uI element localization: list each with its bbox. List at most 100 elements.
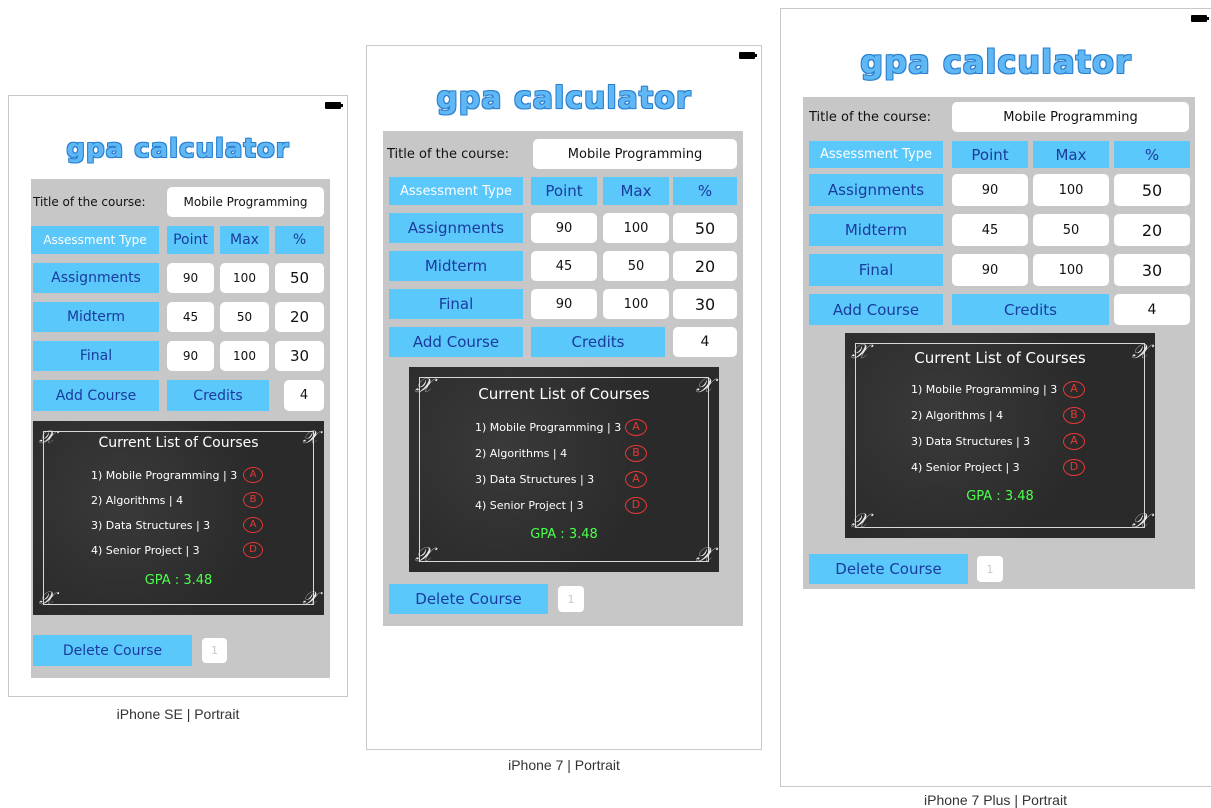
midterm-percent-input[interactable]: 20 xyxy=(275,302,324,332)
course-item: 2) Algorithms | 4 xyxy=(91,494,184,507)
header-max: Max xyxy=(220,226,269,254)
grade-badge: B xyxy=(1063,407,1085,424)
header-assessment-type: Assessment Type xyxy=(809,141,943,168)
course-title-input[interactable]: Mobile Programming xyxy=(952,102,1189,132)
flourish-bottom-right-icon: 𝒳 xyxy=(1131,508,1149,532)
midterm-max-input[interactable]: 50 xyxy=(220,302,269,332)
header-percent: % xyxy=(673,177,737,205)
grade-badge: B xyxy=(243,492,263,508)
course-item: 4) Senior Project | 3 xyxy=(91,544,200,557)
battery-icon xyxy=(739,52,757,59)
add-course-button[interactable]: Add Course xyxy=(809,294,943,325)
midterm-point-input[interactable]: 45 xyxy=(167,302,214,332)
course-item: 4) Senior Project | 3 xyxy=(911,461,1020,474)
board-title: Current List of Courses xyxy=(914,349,1086,367)
delete-index-input[interactable]: 1 xyxy=(202,638,227,663)
device-iphone-7-plus: gpa calculator Title of the course: Mobi… xyxy=(780,8,1211,787)
delete-course-button[interactable]: Delete Course xyxy=(389,584,548,614)
header-point: Point xyxy=(952,141,1028,168)
header-percent: % xyxy=(1114,141,1190,168)
delete-course-button[interactable]: Delete Course xyxy=(33,635,192,666)
final-percent-input[interactable]: 30 xyxy=(275,341,324,371)
course-item: 2) Algorithms | 4 xyxy=(475,447,568,460)
final-point-input[interactable]: 90 xyxy=(531,289,597,319)
course-item: 3) Data Structures | 3 xyxy=(475,473,595,486)
delete-index-input[interactable]: 1 xyxy=(558,586,584,612)
assignments-point-input[interactable]: 90 xyxy=(952,174,1028,206)
final-max-input[interactable]: 100 xyxy=(1033,254,1109,286)
final-point-input[interactable]: 90 xyxy=(167,341,214,371)
caption-iphone-se: iPhone SE | Portrait xyxy=(116,706,240,722)
course-item: 4) Senior Project | 3 xyxy=(475,499,584,512)
course-title-label: Title of the course: xyxy=(387,146,509,162)
gpa-value: GPA : 3.48 xyxy=(144,573,213,588)
flourish-bottom-left-icon: 𝒳 xyxy=(39,588,55,609)
final-max-input[interactable]: 100 xyxy=(220,341,269,371)
app-title: gpa calculator xyxy=(66,134,290,164)
grade-badge: D xyxy=(243,542,263,558)
app-title: gpa calculator xyxy=(860,43,1132,81)
flourish-bottom-right-icon: 𝒳 xyxy=(302,588,318,609)
midterm-max-input[interactable]: 50 xyxy=(1033,214,1109,246)
midterm-point-input[interactable]: 45 xyxy=(952,214,1028,246)
final-percent-input[interactable]: 30 xyxy=(1114,254,1190,286)
board-title: Current List of Courses xyxy=(98,435,259,451)
row-assignments-label: Assignments xyxy=(389,213,523,243)
delete-index-input[interactable]: 1 xyxy=(977,556,1003,582)
grade-badge: D xyxy=(625,497,647,514)
midterm-percent-input[interactable]: 20 xyxy=(1114,214,1190,246)
course-title-input[interactable]: Mobile Programming xyxy=(533,139,737,169)
midterm-max-input[interactable]: 50 xyxy=(603,251,669,281)
row-assignments-label: Assignments xyxy=(33,263,159,293)
assignments-max-input[interactable]: 100 xyxy=(603,213,669,243)
app-title: gpa calculator xyxy=(436,81,692,116)
board-title: Current List of Courses xyxy=(478,385,650,403)
course-list-board: 𝒳 𝒳 𝒳 𝒳 Current List of Courses 1) Mobil… xyxy=(845,333,1155,538)
assignments-point-input[interactable]: 90 xyxy=(167,263,214,293)
header-point: Point xyxy=(531,177,597,205)
row-assignments-label: Assignments xyxy=(809,174,943,206)
row-midterm-label: Midterm xyxy=(33,302,159,332)
header-max: Max xyxy=(603,177,669,205)
final-percent-input[interactable]: 30 xyxy=(673,289,737,319)
assignments-max-input[interactable]: 100 xyxy=(220,263,269,293)
assignments-point-input[interactable]: 90 xyxy=(531,213,597,243)
header-assessment-type: Assessment Type xyxy=(31,226,159,254)
midterm-percent-input[interactable]: 20 xyxy=(673,251,737,281)
credits-input[interactable]: 4 xyxy=(673,327,737,357)
grade-badge: A xyxy=(243,517,263,533)
flourish-bottom-left-icon: 𝒳 xyxy=(851,508,869,532)
header-percent: % xyxy=(275,226,324,254)
grade-badge: A xyxy=(243,467,263,483)
assignments-percent-input[interactable]: 50 xyxy=(1114,174,1190,206)
delete-course-button[interactable]: Delete Course xyxy=(809,554,968,584)
course-item: 1) Mobile Programming | 3 xyxy=(475,421,622,434)
credits-input[interactable]: 4 xyxy=(1114,294,1190,325)
row-final-label: Final xyxy=(809,254,943,286)
course-title-input[interactable]: Mobile Programming xyxy=(167,187,324,217)
final-max-input[interactable]: 100 xyxy=(603,289,669,319)
header-point: Point xyxy=(167,226,214,254)
course-item: 3) Data Structures | 3 xyxy=(91,519,211,532)
add-course-button[interactable]: Add Course xyxy=(33,380,159,411)
row-midterm-label: Midterm xyxy=(389,251,523,281)
course-item: 1) Mobile Programming | 3 xyxy=(911,383,1058,396)
header-assessment-type: Assessment Type xyxy=(389,177,523,205)
assignments-percent-input[interactable]: 50 xyxy=(275,263,324,293)
battery-icon xyxy=(325,102,343,109)
battery-icon xyxy=(1191,15,1209,22)
gpa-value: GPA : 3.48 xyxy=(530,527,598,542)
final-point-input[interactable]: 90 xyxy=(952,254,1028,286)
assignments-max-input[interactable]: 100 xyxy=(1033,174,1109,206)
course-item: 2) Algorithms | 4 xyxy=(911,409,1004,422)
row-final-label: Final xyxy=(33,341,159,371)
grade-badge: A xyxy=(625,471,647,488)
grade-badge: A xyxy=(1063,433,1085,450)
midterm-point-input[interactable]: 45 xyxy=(531,251,597,281)
credits-input[interactable]: 4 xyxy=(284,380,324,411)
gpa-value: GPA : 3.48 xyxy=(966,489,1034,504)
course-title-label: Title of the course: xyxy=(33,195,146,209)
add-course-button[interactable]: Add Course xyxy=(389,327,523,357)
assignments-percent-input[interactable]: 50 xyxy=(673,213,737,243)
course-item: 3) Data Structures | 3 xyxy=(911,435,1031,448)
